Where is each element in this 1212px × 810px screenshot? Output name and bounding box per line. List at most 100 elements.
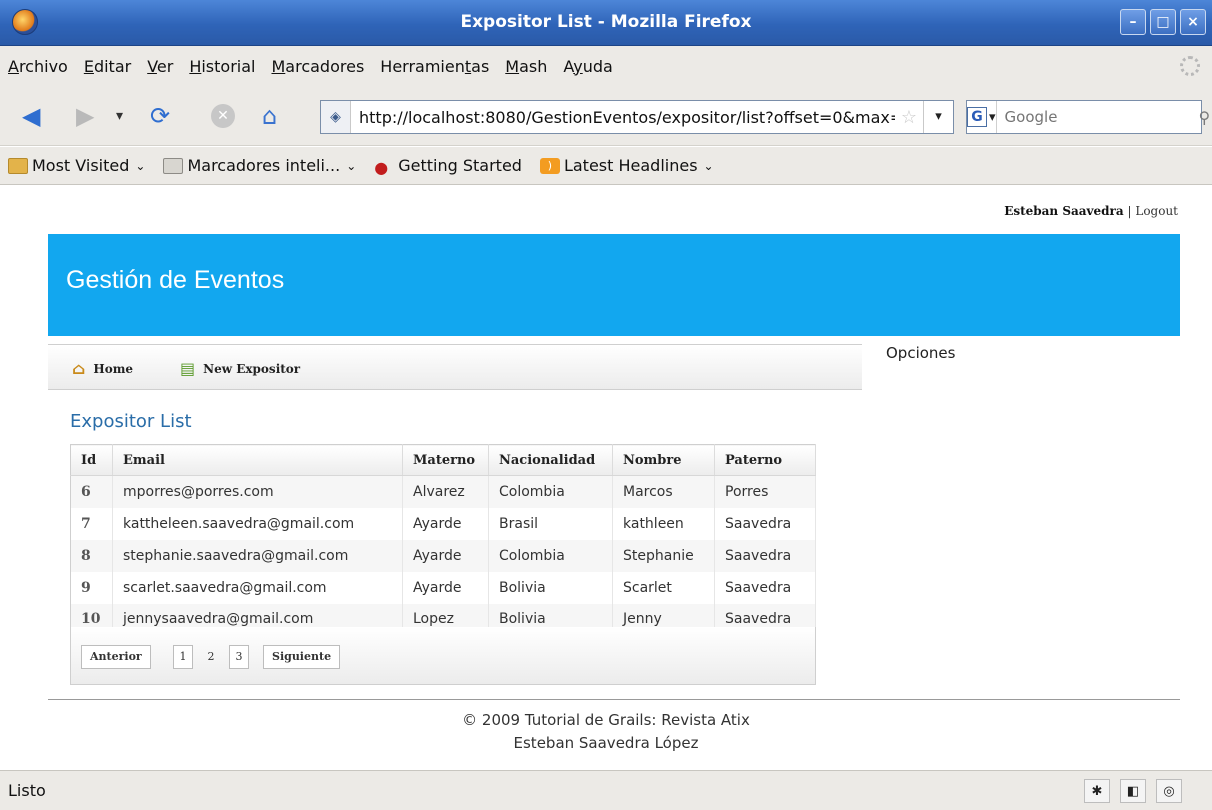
table-row[interactable]: 7 kattheleen.saavedra@gmail.com Ayarde B… [70,507,816,540]
cell-nombre: kathleen [612,507,715,540]
bookmark-latest-headlines[interactable]: ) Latest Headlines ⌄ [539,156,714,175]
navigation-toolbar: ◀ ▶ ▾ ⟳ ✕ ⌂ ◈ http://localhost:8080/Gest… [0,86,1212,146]
cell-nacionalidad: Brasil [488,507,613,540]
cell-id[interactable]: 9 [70,571,113,604]
window-title-bar: Expositor List - Mozilla Firefox – □ × [0,0,1212,46]
current-page: 2 [207,650,215,663]
reload-icon[interactable]: ⟳ [150,100,170,132]
menu-editar[interactable]: Editar [84,57,131,76]
close-icon[interactable]: × [1180,9,1206,35]
cell-paterno: Saavedra [714,571,816,604]
stop-icon[interactable]: ✕ [208,100,238,132]
addon-icon[interactable]: ✱ [1084,779,1110,803]
column-header-nacionalidad[interactable]: Nacionalidad [488,444,613,476]
new-expositor-link[interactable]: ▤ New Expositor [180,359,300,378]
cell-materno: Ayarde [402,507,489,540]
ubiquity-icon[interactable]: ◎ [1156,779,1182,803]
menu-mash[interactable]: Mash [505,57,547,76]
menu-historial[interactable]: Historial [189,57,255,76]
cell-paterno: Porres [714,475,816,508]
column-header-email[interactable]: Email [112,444,403,476]
footer-divider [48,699,1180,700]
minimize-icon[interactable]: – [1120,9,1146,35]
menu-bar: Archivo Editar Ver Historial Marcadores … [0,46,1212,86]
menu-herramientas[interactable]: Herramientas [380,57,489,76]
back-icon[interactable]: ◀ [22,100,40,132]
mash-icon[interactable]: ◧ [1120,779,1146,803]
chevron-down-icon: ⌄ [346,158,357,173]
bookmark-most-visited[interactable]: Most Visited ⌄ [8,156,145,175]
history-dropdown-icon[interactable]: ▾ [116,100,123,132]
cell-id[interactable]: 6 [70,475,113,508]
status-icons: ✱ ◧ ◎ [1084,779,1182,803]
cell-paterno: Saavedra [714,507,816,540]
search-icon[interactable]: ⚲ [1199,108,1211,127]
folder-icon [8,157,28,174]
logout-link[interactable]: Logout [1135,204,1178,218]
rss-icon: ) [539,157,560,174]
footer-copyright: © 2009 Tutorial de Grails: Revista Atix [462,711,750,729]
bookmarks-toolbar: Most Visited ⌄ Marcadores inteli... ⌄ ● … [0,147,1212,185]
column-header-paterno[interactable]: Paterno [714,444,816,476]
cell-paterno: Saavedra [714,539,816,572]
menu-ayuda[interactable]: Ayuda [563,57,612,76]
cell-email: scarlet.saavedra@gmail.com [112,571,403,604]
column-header-nombre[interactable]: Nombre [612,444,715,476]
cell-nombre: Stephanie [612,539,715,572]
previous-page-button[interactable]: Anterior [81,645,151,669]
search-engine-selector[interactable]: G ▾ [967,101,997,133]
table-row[interactable]: 9 scarlet.saavedra@gmail.com Ayarde Boli… [70,571,816,604]
menu-archivo[interactable]: Archivo [8,57,68,76]
cell-nacionalidad: Colombia [488,539,613,572]
cell-email: stephanie.saavedra@gmail.com [112,539,403,572]
table-row[interactable]: 8 stephanie.saavedra@gmail.com Ayarde Co… [70,539,816,572]
bookmark-getting-started[interactable]: ● Getting Started [374,156,522,177]
cell-id[interactable]: 7 [70,507,113,540]
cell-id[interactable]: 8 [70,539,113,572]
column-header-id[interactable]: Id [70,444,113,476]
menu-ver[interactable]: Ver [147,57,173,76]
list-title: Expositor List [70,411,192,432]
search-box[interactable]: G▾ ⚲ [966,100,1210,134]
cell-email: mporres@porres.com [112,475,403,508]
table-row[interactable]: 6 mporres@porres.com Alvarez Colombia Ma… [70,475,816,508]
url-bar[interactable]: ◈ http://localhost:8080/GestionEventos/e… [320,100,954,134]
home-icon[interactable]: ⌂ [262,100,277,132]
table-header-row: Id Email Materno Nacionalidad Nombre Pat… [70,444,816,476]
page-footer: © 2009 Tutorial de Grails: Revista Atix … [0,709,1212,755]
home-link[interactable]: ⌂ Home [72,359,133,378]
smart-folder-icon [163,157,184,174]
forward-icon[interactable]: ▶ [76,100,94,132]
header-banner: Gestión de Eventos [48,234,1180,336]
new-document-icon: ▤ [180,359,196,378]
url-text[interactable]: http://localhost:8080/GestionEventos/exp… [351,108,895,127]
bookmark-star-icon[interactable]: ☆ [895,107,923,128]
cell-nombre: Marcos [612,475,715,508]
page-link-3[interactable]: 3 [229,645,249,669]
column-header-materno[interactable]: Materno [402,444,489,476]
url-dropdown-icon[interactable]: ▾ [923,101,953,133]
cell-nacionalidad: Bolivia [488,571,613,604]
options-heading: Opciones [886,344,956,362]
site-identity-icon[interactable]: ◈ [321,101,351,133]
expositor-table: Id Email Materno Nacionalidad Nombre Pat… [70,444,816,636]
window-controls: – □ × [1120,9,1206,35]
next-page-button[interactable]: Siguiente [263,645,341,669]
search-input[interactable] [996,108,1199,126]
cell-materno: Alvarez [402,475,489,508]
site-title: Gestión de Eventos [66,266,285,294]
menu-marcadores[interactable]: Marcadores [271,57,364,76]
page-link-1[interactable]: 1 [173,645,193,669]
page-content: Esteban Saavedra | Logout Gestión de Eve… [0,186,1212,770]
firefox-icon: ● [374,157,389,177]
footer-author: Esteban Saavedra López [513,734,699,752]
chevron-down-icon: ⌄ [135,158,146,173]
cell-nacionalidad: Colombia [488,475,613,508]
maximize-icon[interactable]: □ [1150,9,1176,35]
home-icon: ⌂ [72,359,86,378]
username: Esteban Saavedra [1004,204,1124,218]
status-bar: Listo ✱ ◧ ◎ [0,770,1212,810]
bookmark-marcadores-inteligentes[interactable]: Marcadores inteli... ⌄ [163,156,356,175]
throbber-icon [1180,56,1200,76]
page-nav: ⌂ Home ▤ New Expositor [48,344,862,390]
